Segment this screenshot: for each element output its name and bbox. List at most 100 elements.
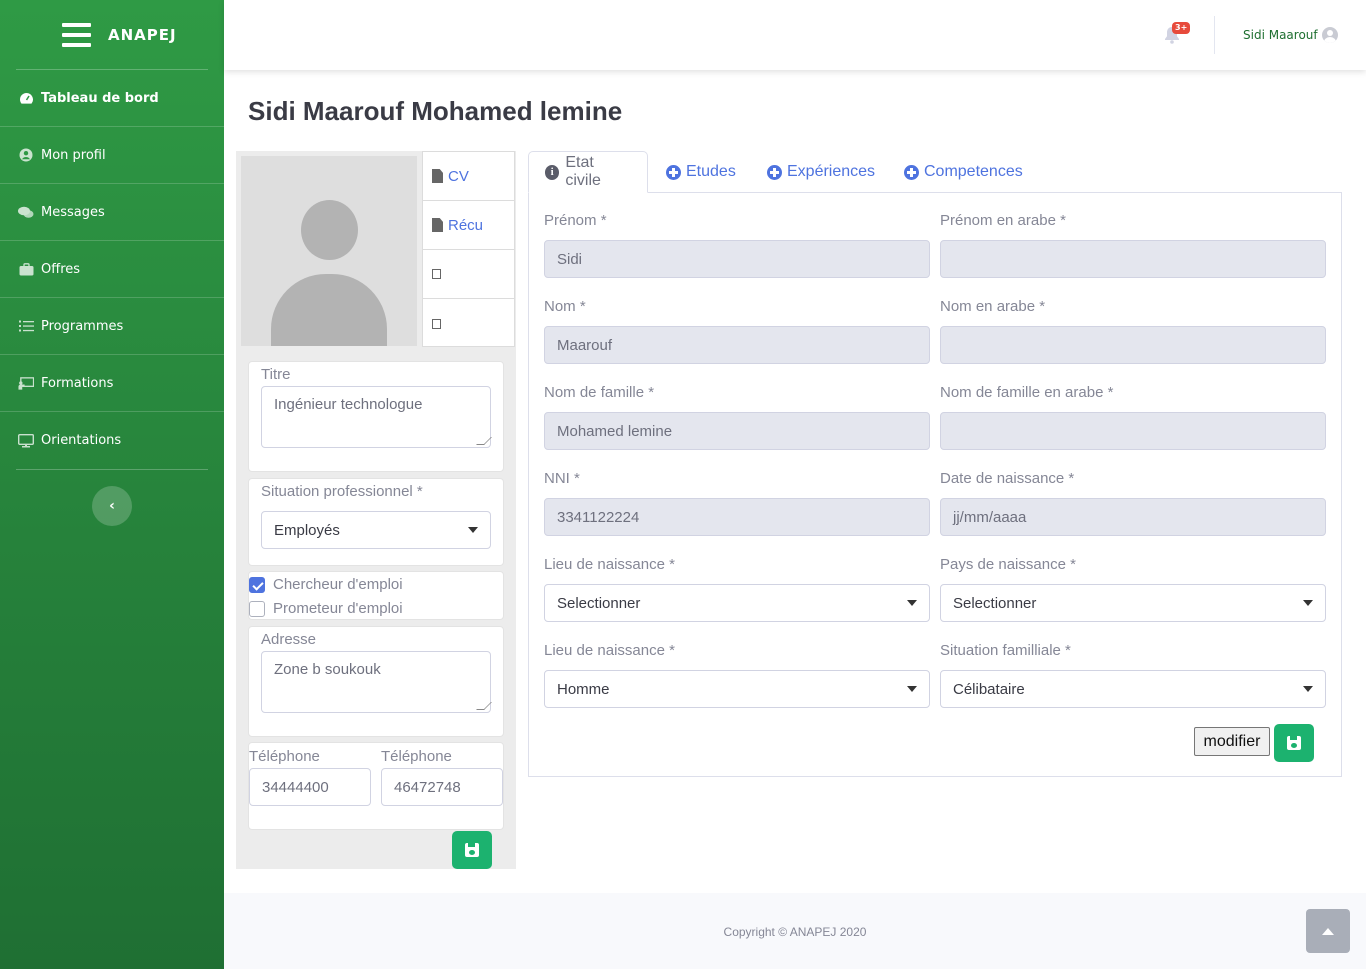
avatar-body [271, 274, 387, 346]
topbar: 3+ Sidi Maarouf [224, 0, 1366, 70]
comments-icon [18, 205, 34, 219]
tab-experiences[interactable]: Expériences [767, 151, 875, 193]
sidebar-toggle-button[interactable]: ‹ [92, 486, 132, 526]
recu-link[interactable]: Récu [423, 201, 514, 250]
nom-famille-arabe-input[interactable] [940, 412, 1326, 450]
dashboard-icon [18, 91, 34, 105]
date-placeholder: jj/mm/aaaa [953, 508, 1027, 526]
sidebar-item-label: Mon profil [41, 147, 106, 163]
sidebar-item-label: Programmes [41, 318, 124, 334]
form-save-button[interactable] [1274, 724, 1314, 762]
sidebar-item-formations[interactable]: Formations [0, 355, 224, 412]
sidebar-item-messages[interactable]: Messages [0, 184, 224, 241]
sidebar-divider [16, 469, 208, 470]
nom-famille-arabe-label: Nom de famille en arabe * [940, 384, 1114, 401]
plus-circle-icon [767, 164, 782, 180]
chevron-up-icon [1322, 927, 1334, 935]
document-slot[interactable] [423, 250, 514, 299]
briefcase-icon [18, 262, 34, 276]
resize-handle[interactable] [476, 702, 492, 710]
resize-handle[interactable] [476, 437, 492, 445]
scroll-to-top-button[interactable] [1306, 909, 1350, 953]
document-slot[interactable] [423, 299, 514, 348]
prenom-arabe-input[interactable] [940, 240, 1326, 278]
avatar-head [301, 200, 358, 260]
telephone1-label: Téléphone [249, 748, 320, 765]
prenom-value: Sidi [557, 250, 583, 268]
tab-label: Competences [924, 163, 1023, 180]
nom-famille-label: Nom de famille * [544, 384, 655, 401]
caret-down-icon [907, 686, 917, 692]
chercheur-label: Chercheur d'emploi [273, 576, 403, 593]
situation-familliale-select[interactable]: Célibataire [940, 670, 1326, 708]
telephone2-input[interactable]: 46472748 [381, 768, 503, 806]
sidebar-item-profile[interactable]: Mon profil [0, 127, 224, 184]
sexe-label: Lieu de naissance * [544, 642, 675, 659]
caret-down-icon [468, 527, 478, 533]
lieu-naissance-value: Selectionner [557, 594, 641, 612]
nom-arabe-input[interactable] [940, 326, 1326, 364]
nni-input[interactable]: 3341122224 [544, 498, 930, 536]
caret-down-icon [907, 600, 917, 606]
sidebar-item-programmes[interactable]: Programmes [0, 298, 224, 355]
tab-competences[interactable]: Competences [904, 151, 1023, 193]
nom-famille-input[interactable]: Mohamed lemine [544, 412, 930, 450]
document-list: CV Récu [422, 151, 515, 347]
sexe-select[interactable]: Homme [544, 670, 930, 708]
desktop-icon [18, 433, 34, 448]
menu-icon[interactable] [62, 22, 91, 47]
list-icon [18, 319, 34, 333]
user-name[interactable]: Sidi Maarouf [1243, 28, 1318, 42]
nom-label: Nom * [544, 298, 586, 315]
prenom-input[interactable]: Sidi [544, 240, 930, 278]
titre-value: Ingénieur technologue [274, 396, 423, 413]
sidebar-item-offres[interactable]: Offres [0, 241, 224, 298]
pays-naissance-select[interactable]: Selectionner [940, 584, 1326, 622]
lieu-naissance-label: Lieu de naissance * [544, 556, 675, 573]
sidebar-item-label: Messages [41, 204, 105, 220]
sidebar: ANAPEJ Tableau de bord Mon profil Messag… [0, 0, 224, 969]
prometeur-label: Prometeur d'emploi [273, 600, 403, 617]
cv-link[interactable]: CV [423, 152, 514, 201]
date-naissance-input[interactable]: jj/mm/aaaa [940, 498, 1326, 536]
modifier-button[interactable]: modifier [1194, 727, 1270, 756]
sidebar-item-label: Offres [41, 261, 81, 277]
copyright: Copyright © ANAPEJ 2020 [723, 925, 867, 939]
telephone2-label: Téléphone [381, 748, 452, 765]
tab-etat-civile[interactable]: i Etat civile [528, 151, 648, 193]
date-naissance-label: Date de naissance * [940, 470, 1075, 487]
checkbox-checked[interactable] [249, 576, 265, 593]
brand-name: ANAPEJ [108, 25, 177, 44]
sidebar-item-dashboard[interactable]: Tableau de bord [0, 70, 224, 127]
nom-value: Maarouf [557, 336, 613, 354]
user-avatar-icon[interactable] [1322, 27, 1338, 43]
chevron-left-icon: ‹ [109, 498, 115, 514]
adresse-textarea[interactable]: Zone b soukouk [261, 651, 492, 713]
avatar[interactable] [241, 156, 417, 346]
nom-input[interactable]: Maarouf [544, 326, 930, 364]
situation-familliale-label: Situation familliale * [940, 642, 1071, 659]
profile-save-button[interactable] [452, 831, 492, 869]
sidebar-item-label: Formations [41, 375, 114, 391]
situation-select[interactable]: Employés [261, 511, 491, 549]
prometeur-checkbox[interactable]: Prometeur d'emploi [249, 600, 403, 617]
page-title: Sidi Maarouf Mohamed lemine [248, 96, 623, 126]
caret-down-icon [1303, 686, 1313, 692]
recu-label: Récu [448, 216, 484, 234]
telephone1-input[interactable]: 34444400 [249, 768, 371, 806]
nni-label: NNI * [544, 470, 580, 487]
pays-naissance-value: Selectionner [953, 594, 1037, 612]
sidebar-item-orientations[interactable]: Orientations [0, 412, 224, 469]
save-icon [465, 843, 479, 857]
checkbox-unchecked[interactable] [249, 600, 265, 617]
tab-etudes[interactable]: Etudes [666, 151, 736, 193]
tab-label: Etat civile [565, 154, 601, 189]
titre-textarea[interactable]: Ingénieur technologue [261, 386, 492, 448]
footer: Copyright © ANAPEJ 2020 [224, 893, 1366, 969]
lieu-naissance-select[interactable]: Selectionner [544, 584, 930, 622]
nni-value: 3341122224 [557, 508, 640, 526]
pdf-icon [432, 169, 443, 183]
telephone2-value: 46472748 [394, 778, 461, 796]
notification-badge: 3+ [1172, 22, 1191, 34]
chercheur-checkbox[interactable]: Chercheur d'emploi [249, 576, 403, 593]
